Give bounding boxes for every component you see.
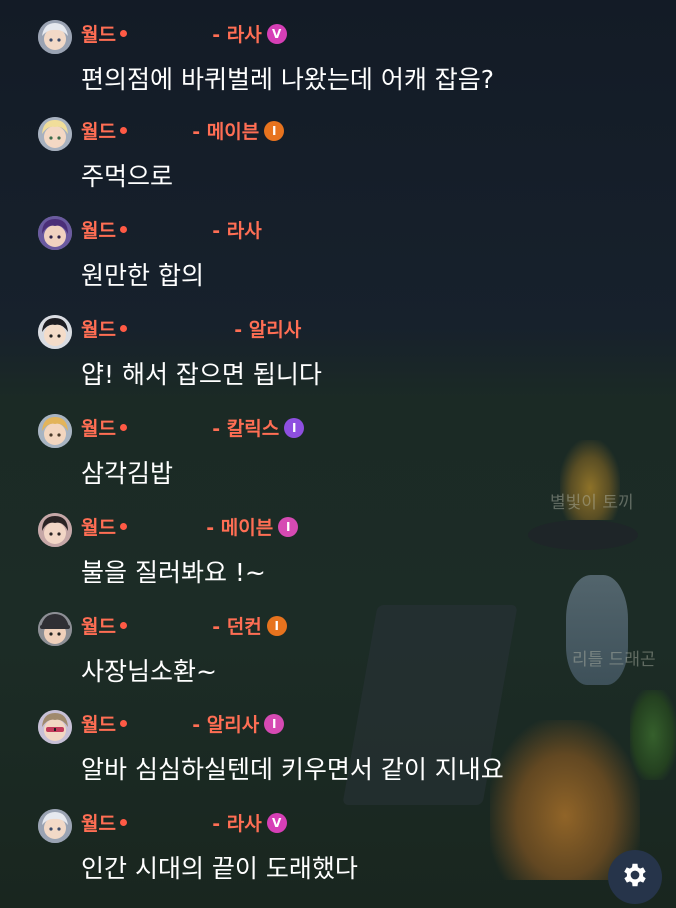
user-avatar[interactable]: [38, 710, 72, 744]
user-avatar[interactable]: [38, 216, 72, 250]
separator: -: [212, 418, 227, 440]
message-text: 원만한 합의: [81, 261, 204, 290]
channel-dot: [119, 30, 127, 37]
channel-dot: [119, 523, 127, 530]
message-text: 사장님소환~: [81, 657, 217, 686]
username[interactable]: 메이븐: [207, 121, 259, 143]
username[interactable]: 칼릭스: [227, 418, 279, 440]
rank-badge-icon: I: [266, 615, 287, 636]
user-avatar[interactable]: [38, 414, 72, 448]
username[interactable]: 라사: [227, 220, 262, 242]
channel-dot: [119, 424, 127, 431]
channel-label: 월드: [81, 418, 116, 440]
channel-label: 월드: [81, 714, 116, 736]
vip-badge-icon: V: [266, 812, 287, 833]
username[interactable]: 라사: [227, 24, 262, 46]
channel-label: 월드: [81, 319, 116, 341]
message-text: 불을 질러봐요 !~: [81, 558, 266, 587]
channel-label: 월드: [81, 517, 116, 539]
rank-badge-icon: I: [278, 516, 299, 537]
separator: -: [192, 121, 207, 143]
gear-icon: [620, 860, 650, 894]
user-avatar[interactable]: [38, 809, 72, 843]
user-avatar[interactable]: [38, 513, 72, 547]
channel-dot: [119, 325, 127, 332]
rank-badge-icon: I: [264, 713, 285, 734]
rank-badge-icon: I: [284, 417, 305, 438]
username[interactable]: 알리사: [207, 714, 259, 736]
channel-label: 월드: [81, 616, 116, 638]
separator: -: [206, 517, 221, 539]
user-avatar[interactable]: [38, 117, 72, 151]
message-text: 편의점에 바퀴벌레 나왔는데 어캐 잡음?: [81, 65, 495, 94]
vip-badge-icon: V: [266, 23, 287, 44]
channel-dot: [119, 226, 127, 233]
separator: -: [212, 813, 227, 835]
user-avatar[interactable]: [38, 612, 72, 646]
user-avatar[interactable]: [38, 20, 72, 54]
character-label: 별빛이 토끼: [550, 493, 634, 513]
channel-label: 월드: [81, 220, 116, 242]
channel-dot: [119, 819, 127, 826]
channel-dot: [119, 720, 127, 727]
message-text: 알바 심심하실텐데 키우면서 같이 지내요: [81, 755, 504, 784]
message-text: 주먹으로: [81, 162, 174, 191]
username[interactable]: 라사: [227, 813, 262, 835]
message-text: 얍! 해서 잡으면 됩니다: [81, 360, 322, 389]
plant-character: [630, 690, 676, 780]
username[interactable]: 던컨: [227, 616, 262, 638]
character-label: 리틀 드래곤: [572, 650, 656, 670]
channel-dot: [119, 127, 127, 134]
cooking-pot: [528, 520, 638, 550]
username[interactable]: 알리사: [249, 319, 301, 341]
rank-badge-icon: I: [264, 120, 285, 141]
channel-label: 월드: [81, 121, 116, 143]
separator: -: [212, 24, 227, 46]
channel-dot: [119, 622, 127, 629]
separator: -: [192, 714, 207, 736]
separator: -: [212, 616, 227, 638]
separator: -: [234, 319, 249, 341]
username[interactable]: 메이븐: [221, 517, 273, 539]
message-text: 삼각김밥: [81, 459, 174, 488]
settings-button[interactable]: [608, 850, 662, 904]
channel-label: 월드: [81, 813, 116, 835]
separator: -: [212, 220, 227, 242]
message-text: 인간 시대의 끝이 도래했다: [81, 854, 358, 883]
channel-label: 월드: [81, 24, 116, 46]
user-avatar[interactable]: [38, 315, 72, 349]
